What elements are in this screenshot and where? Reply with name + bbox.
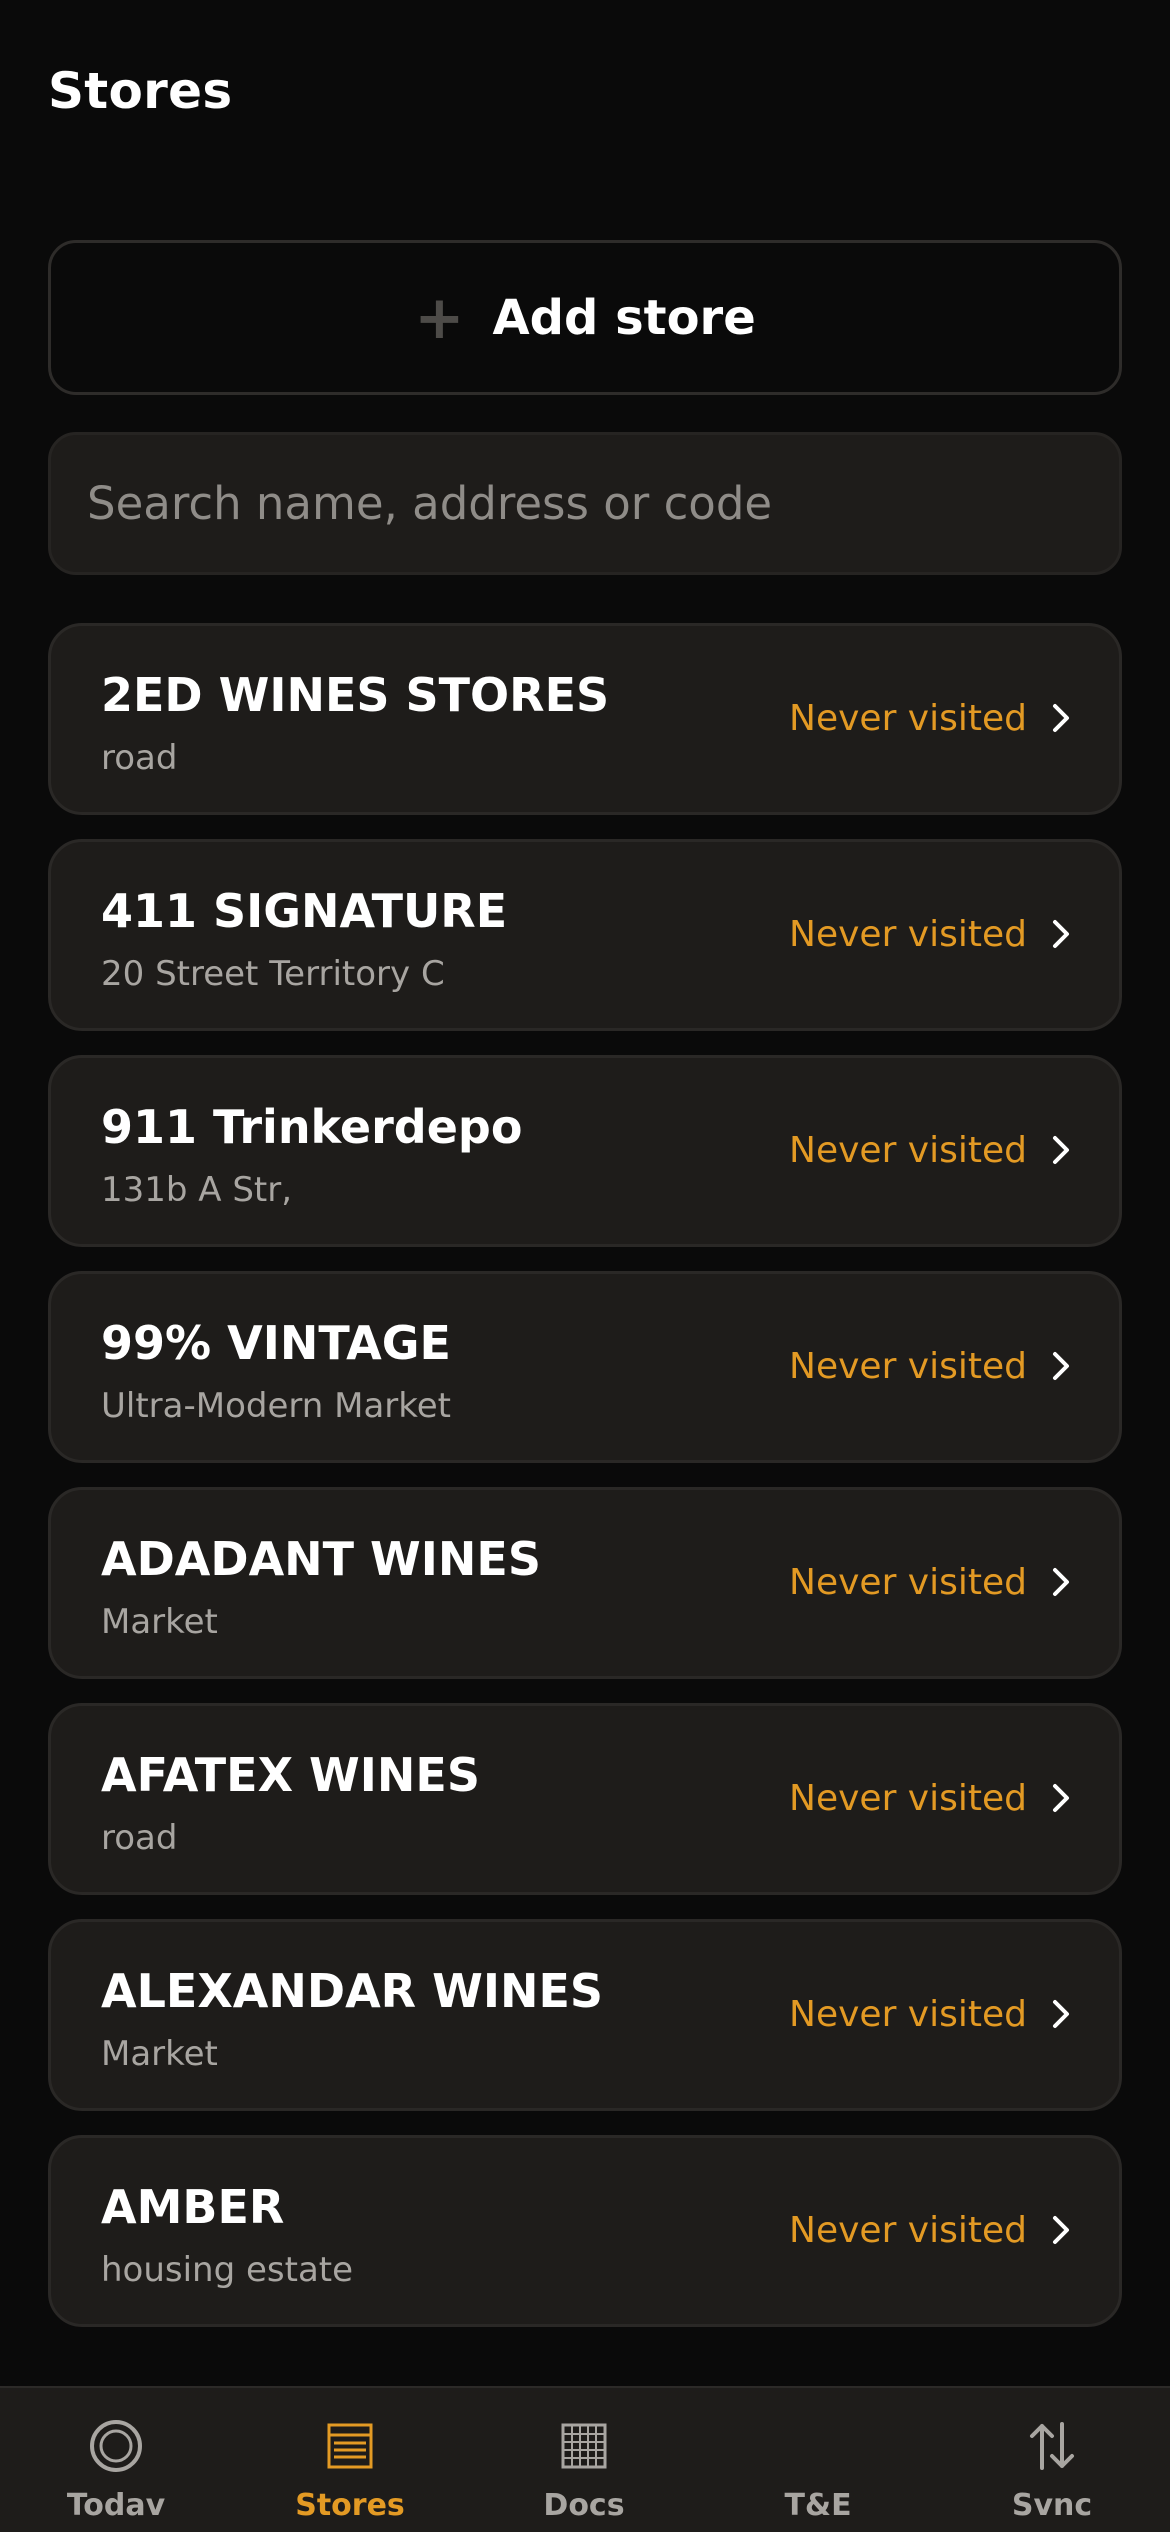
bottom-tab-bar: Todav Stores Docs T&E Svnc	[0, 2386, 1170, 2532]
tab-label: Todav	[66, 2488, 166, 2523]
tab-te[interactable]: T&E	[728, 2388, 908, 2532]
store-name: ADADANT WINES	[101, 1532, 541, 1586]
blank-icon	[790, 2418, 846, 2474]
visit-status: Never visited	[789, 914, 1027, 955]
store-row[interactable]: 411 SIGNATURE 20 Street Territory C Neve…	[48, 839, 1122, 1031]
visit-status: Never visited	[789, 1346, 1027, 1387]
store-list-icon	[322, 2418, 378, 2474]
tab-today[interactable]: Todav	[26, 2388, 206, 2532]
store-address: Ultra-Modern Market	[101, 1386, 451, 1426]
store-address: road	[101, 738, 178, 778]
stores-screen: Stores + Add store 2ED WINES STORES road…	[0, 0, 1170, 2532]
store-name: 411 SIGNATURE	[101, 884, 508, 938]
store-row[interactable]: AFATEX WINES road Never visited	[48, 1703, 1122, 1895]
store-row[interactable]: ADADANT WINES Market Never visited	[48, 1487, 1122, 1679]
chevron-right-icon	[1053, 1784, 1069, 1812]
chevron-right-icon	[1053, 2216, 1069, 2244]
add-store-label: Add store	[492, 289, 756, 346]
chevron-right-icon	[1053, 1352, 1069, 1380]
chevron-right-icon	[1053, 920, 1069, 948]
add-store-button[interactable]: + Add store	[48, 240, 1122, 395]
tab-label: T&E	[784, 2488, 852, 2523]
store-name: 99% VINTAGE	[101, 1316, 451, 1370]
store-address: Market	[101, 1602, 218, 1642]
chevron-right-icon	[1053, 1136, 1069, 1164]
tab-label: Docs	[543, 2488, 625, 2523]
visit-status: Never visited	[789, 698, 1027, 739]
chevron-right-icon	[1053, 704, 1069, 732]
store-name: ALEXANDAR WINES	[101, 1964, 604, 2018]
tab-docs[interactable]: Docs	[494, 2388, 674, 2532]
store-row[interactable]: 2ED WINES STORES road Never visited	[48, 623, 1122, 815]
tab-stores[interactable]: Stores	[260, 2388, 440, 2532]
store-row[interactable]: AMBER housing estate Never visited	[48, 2135, 1122, 2327]
store-address: 20 Street Territory C	[101, 954, 445, 994]
grid-icon	[556, 2418, 612, 2474]
visit-status: Never visited	[789, 1994, 1027, 2035]
chevron-right-icon	[1053, 2000, 1069, 2028]
chevron-right-icon	[1053, 1568, 1069, 1596]
page-title: Stores	[48, 62, 233, 120]
store-address: road	[101, 1818, 178, 1858]
store-name: 911 Trinkerdepo	[101, 1100, 523, 1154]
store-list: 2ED WINES STORES road Never visited 411 …	[48, 623, 1122, 2351]
visit-status: Never visited	[789, 2210, 1027, 2251]
store-name: AMBER	[101, 2180, 285, 2234]
search-field[interactable]	[48, 432, 1122, 575]
circle-icon	[88, 2418, 144, 2474]
store-name: AFATEX WINES	[101, 1748, 480, 1802]
store-address: 131b A Str,	[101, 1170, 293, 1210]
plus-icon: +	[414, 282, 465, 353]
tab-label: Stores	[295, 2488, 405, 2523]
store-row[interactable]: ALEXANDAR WINES Market Never visited	[48, 1919, 1122, 2111]
visit-status: Never visited	[789, 1778, 1027, 1819]
store-address: housing estate	[101, 2250, 354, 2290]
tab-label: Svnc	[1011, 2488, 1093, 2523]
sync-arrows-icon	[1024, 2418, 1080, 2474]
visit-status: Never visited	[789, 1562, 1027, 1603]
search-input[interactable]	[87, 477, 1119, 530]
store-row[interactable]: 99% VINTAGE Ultra-Modern Market Never vi…	[48, 1271, 1122, 1463]
store-name: 2ED WINES STORES	[101, 668, 610, 722]
visit-status: Never visited	[789, 1130, 1027, 1171]
store-row[interactable]: 911 Trinkerdepo 131b A Str, Never visite…	[48, 1055, 1122, 1247]
store-address: Market	[101, 2034, 218, 2074]
tab-sync[interactable]: Svnc	[962, 2388, 1142, 2532]
